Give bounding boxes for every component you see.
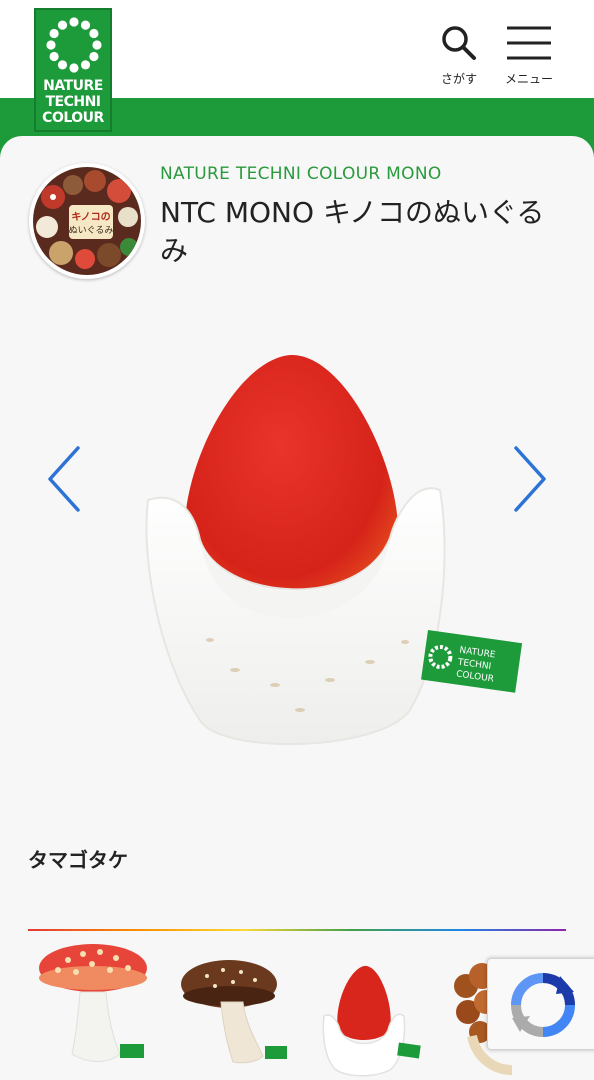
- search-icon: [442, 26, 476, 60]
- logo-text: NATURE TECHNI COLOUR: [42, 78, 104, 126]
- brand-subtitle[interactable]: NATURE TECHNI COLOUR MONO: [160, 164, 442, 184]
- product-card: キノコの ぬいぐるみ NATURE TECHNI COLOUR MONO NTC…: [0, 136, 594, 1080]
- fly-agaric-plush-thumbnail[interactable]: [28, 936, 158, 1080]
- shiitake-plush-thumbnail[interactable]: [171, 936, 301, 1080]
- search-button[interactable]: さがす: [424, 24, 494, 87]
- svg-text:ぬいぐるみ: ぬいぐるみ: [69, 225, 114, 236]
- series-avatar[interactable]: キノコの ぬいぐるみ: [29, 163, 145, 279]
- product-main-image: NATURE TECHNI COLOUR: [145, 354, 523, 746]
- carousel-prev-arrow-icon[interactable]: [44, 444, 84, 514]
- recaptcha-icon: [511, 973, 575, 1037]
- hamburger-menu-icon: [507, 26, 551, 60]
- logo-dot-ring-icon: [46, 17, 102, 73]
- recaptcha-badge[interactable]: [487, 958, 594, 1050]
- menu-label: メニュー: [504, 72, 553, 86]
- search-label: さがす: [440, 72, 477, 86]
- site-logo[interactable]: NATURE TECHNI COLOUR: [34, 8, 112, 132]
- page-title: NTC MONO キノコのぬいぐるみ: [160, 196, 545, 267]
- rainbow-divider: [28, 929, 566, 931]
- series-package-image: キノコの ぬいぐるみ: [33, 167, 141, 275]
- tamagotake-plush-thumbnail[interactable]: [314, 936, 444, 1080]
- product-name: タマゴタケ: [28, 848, 128, 872]
- menu-button[interactable]: メニュー: [494, 24, 564, 87]
- svg-text:キノコの: キノコの: [71, 211, 110, 223]
